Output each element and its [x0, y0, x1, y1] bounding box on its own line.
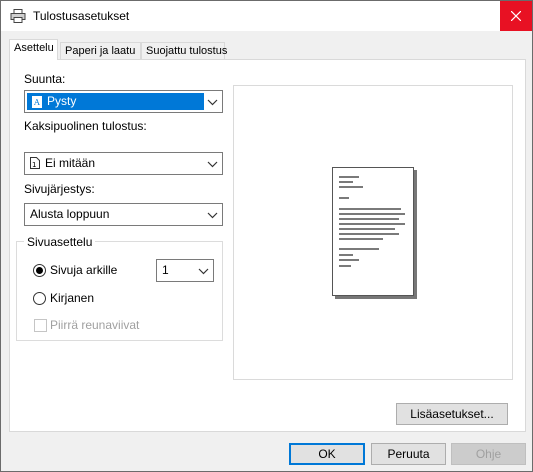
page-format-group-title: Sivuasettelu	[24, 235, 96, 249]
print-settings-window: Tulostusasetukset Asettelu Paperi ja laa…	[0, 0, 533, 472]
page-order-select[interactable]: Alusta loppuun	[24, 203, 223, 226]
duplex-select[interactable]: 1 Ei mitään	[24, 152, 223, 175]
draw-borders-label: Piirrä reunaviivat	[50, 318, 140, 332]
chevron-down-icon	[207, 161, 218, 168]
window-title: Tulostusasetukset	[33, 9, 130, 23]
draw-borders-checkbox[interactable]	[34, 319, 47, 332]
help-button[interactable]: Ohje	[451, 443, 526, 465]
cancel-button[interactable]: Peruuta	[371, 443, 446, 465]
single-side-page-icon: 1	[30, 157, 40, 169]
close-icon	[511, 11, 521, 21]
pages-per-sheet-radio[interactable]	[33, 264, 46, 277]
tab-layout[interactable]: Asettelu	[9, 39, 58, 60]
chevron-down-icon	[207, 99, 218, 106]
advanced-button[interactable]: Lisäasetukset...	[396, 403, 508, 425]
orientation-selected: A Pysty	[27, 93, 204, 110]
title-bar: Tulostusasetukset	[1, 1, 532, 31]
booklet-radio[interactable]	[33, 292, 46, 305]
printer-icon	[10, 9, 26, 23]
close-button[interactable]	[500, 1, 532, 31]
preview-page	[332, 167, 414, 296]
duplex-value: Ei mitään	[45, 156, 96, 170]
duplex-label: Kaksipuolinen tulostus:	[24, 119, 147, 133]
orientation-select[interactable]: A Pysty	[24, 90, 223, 113]
pages-per-sheet-value: 1	[162, 263, 169, 277]
orientation-value: Pysty	[47, 94, 77, 108]
pages-per-sheet-select[interactable]: 1	[156, 259, 214, 282]
chevron-down-icon	[198, 268, 209, 275]
svg-text:1: 1	[32, 161, 36, 169]
page-order-value: Alusta loppuun	[30, 207, 110, 221]
pages-per-sheet-label[interactable]: Sivuja arkille	[50, 263, 117, 277]
tab-paper-quality[interactable]: Paperi ja laatu	[60, 42, 141, 60]
orientation-label: Suunta:	[24, 72, 66, 86]
booklet-label[interactable]: Kirjanen	[50, 291, 94, 305]
chevron-down-icon	[207, 212, 218, 219]
ok-button[interactable]: OK	[289, 443, 365, 465]
duplex-selected: 1 Ei mitään	[30, 156, 95, 170]
tab-secure-print[interactable]: Suojattu tulostus	[141, 42, 227, 60]
portrait-page-icon: A	[32, 95, 42, 108]
page-order-label: Sivujärjestys:	[24, 182, 95, 196]
svg-text:A: A	[33, 98, 40, 107]
